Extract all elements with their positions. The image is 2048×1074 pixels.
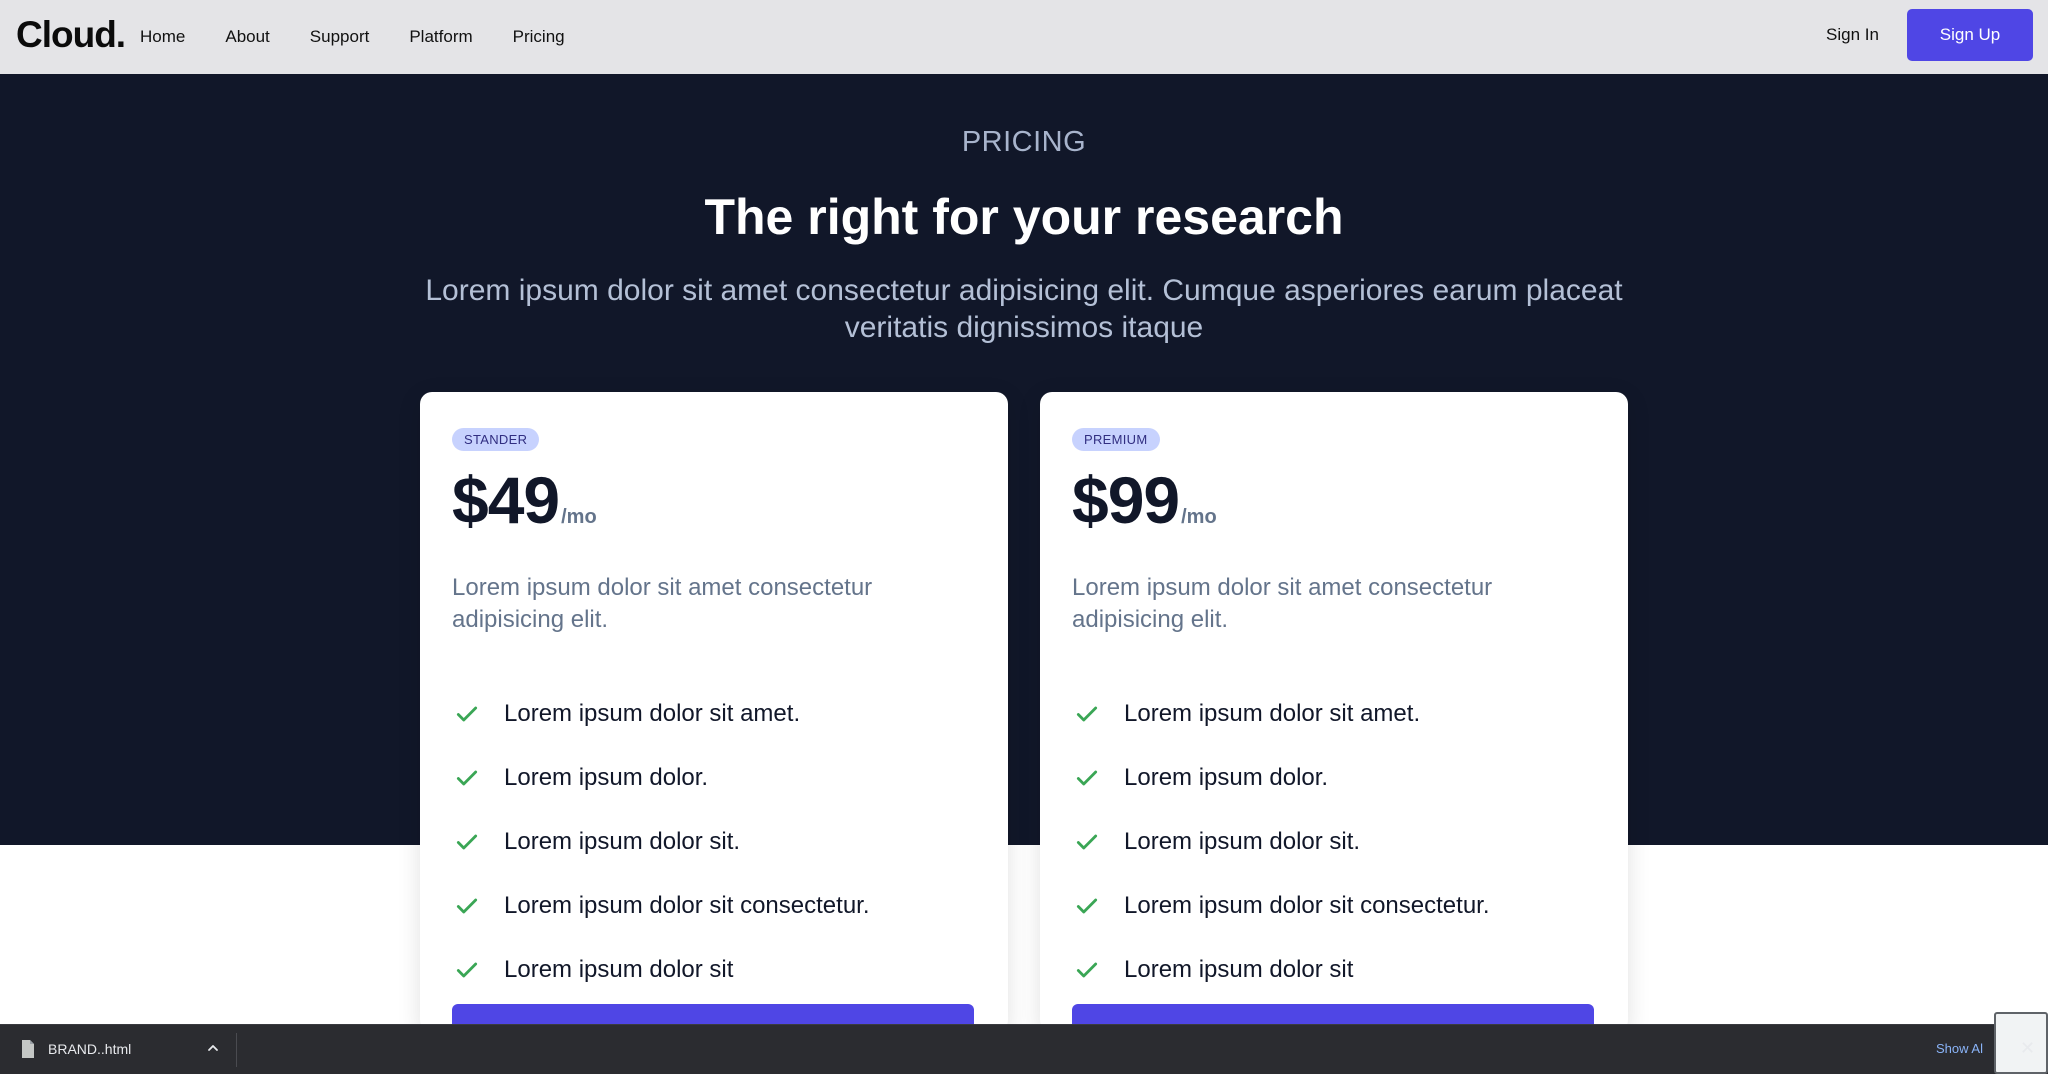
check-icon — [452, 699, 482, 729]
check-icon — [1072, 955, 1102, 985]
price-amount: $49 — [452, 463, 560, 537]
feature-text: Lorem ipsum dolor. — [1124, 764, 1329, 791]
plan-badge: PREMIUM — [1072, 428, 1160, 451]
feature-item: Lorem ipsum dolor. — [1072, 746, 1602, 810]
plan-price: $49 /mo — [452, 462, 597, 538]
check-icon — [452, 827, 482, 857]
sign-up-button[interactable]: Sign Up — [1907, 9, 2033, 61]
download-file-name: BRAND..html — [48, 1041, 132, 1057]
nav-link-support[interactable]: Support — [310, 27, 370, 47]
price-period: /mo — [1181, 506, 1217, 528]
feature-list: Lorem ipsum dolor sit amet. Lorem ipsum … — [1072, 682, 1602, 1002]
nav-link-about[interactable]: About — [225, 27, 269, 47]
plan-badge: STANDER — [452, 428, 540, 451]
feature-item: Lorem ipsum dolor sit. — [1072, 810, 1602, 874]
feature-item: Lorem ipsum dolor. — [452, 746, 982, 810]
check-icon — [1072, 763, 1102, 793]
plan-description: Lorem ipsum dolor sit amet consectetur a… — [452, 574, 873, 633]
show-all-downloads-button[interactable]: Show Al — [1936, 1041, 1983, 1056]
feature-text: Lorem ipsum dolor sit consectetur. — [1124, 892, 1490, 919]
close-icon[interactable]: ✕ — [2020, 1038, 2035, 1059]
sign-in-link[interactable]: Sign In — [1826, 25, 1879, 45]
feature-item: Lorem ipsum dolor sit — [1072, 938, 1602, 1002]
file-icon — [22, 1040, 34, 1058]
page-title: The right for your research — [704, 189, 1344, 245]
price-amount: $99 — [1072, 463, 1180, 537]
feature-item: Lorem ipsum dolor sit. — [452, 810, 982, 874]
feature-item: Lorem ipsum dolor sit consectetur. — [452, 874, 982, 938]
download-bar-divider — [236, 1033, 237, 1067]
navbar: Cloud. Home About Support Platform Prici… — [0, 0, 2048, 74]
check-icon — [1072, 699, 1102, 729]
check-icon — [1072, 891, 1102, 921]
feature-text: Lorem ipsum dolor sit. — [504, 828, 741, 855]
check-icon — [452, 955, 482, 985]
check-icon — [452, 891, 482, 921]
download-item[interactable]: BRAND..html — [20, 1039, 131, 1059]
feature-item: Lorem ipsum dolor sit consectetur. — [1072, 874, 1602, 938]
download-bar: BRAND..html Show Al — [0, 1024, 2048, 1074]
pricing-card-premium: PREMIUM $99 /mo Lorem ipsum dolor sit am… — [1040, 392, 1628, 1032]
nav-links: Home About Support Platform Pricing — [140, 0, 605, 74]
check-icon — [1072, 827, 1102, 857]
feature-list: Lorem ipsum dolor sit amet. Lorem ipsum … — [452, 682, 982, 1002]
section-subtitle: Lorem ipsum dolor sit amet consectetur a… — [425, 274, 1623, 344]
feature-text: Lorem ipsum dolor sit — [504, 956, 734, 983]
feature-text: Lorem ipsum dolor sit amet. — [1124, 700, 1421, 727]
price-period: /mo — [561, 506, 597, 528]
feature-text: Lorem ipsum dolor sit — [1124, 956, 1354, 983]
feature-text: Lorem ipsum dolor sit consectetur. — [504, 892, 870, 919]
chevron-up-icon[interactable] — [204, 1039, 222, 1057]
feature-item: Lorem ipsum dolor sit amet. — [452, 682, 982, 746]
nav-link-platform[interactable]: Platform — [409, 27, 472, 47]
nav-link-home[interactable]: Home — [140, 27, 185, 47]
plan-description: Lorem ipsum dolor sit amet consectetur a… — [1072, 574, 1493, 633]
feature-item: Lorem ipsum dolor sit — [452, 938, 982, 1002]
pricing-card-standard: STANDER $49 /mo Lorem ipsum dolor sit am… — [420, 392, 1008, 1032]
nav-link-pricing[interactable]: Pricing — [513, 27, 565, 47]
plan-price: $99 /mo — [1072, 462, 1217, 538]
feature-text: Lorem ipsum dolor sit amet. — [504, 700, 801, 727]
check-icon — [452, 763, 482, 793]
logo[interactable]: Cloud. — [16, 14, 126, 56]
feature-item: Lorem ipsum dolor sit amet. — [1072, 682, 1602, 746]
feature-text: Lorem ipsum dolor sit. — [1124, 828, 1361, 855]
feature-text: Lorem ipsum dolor. — [504, 764, 709, 791]
section-eyebrow: PRICING — [961, 126, 1087, 158]
